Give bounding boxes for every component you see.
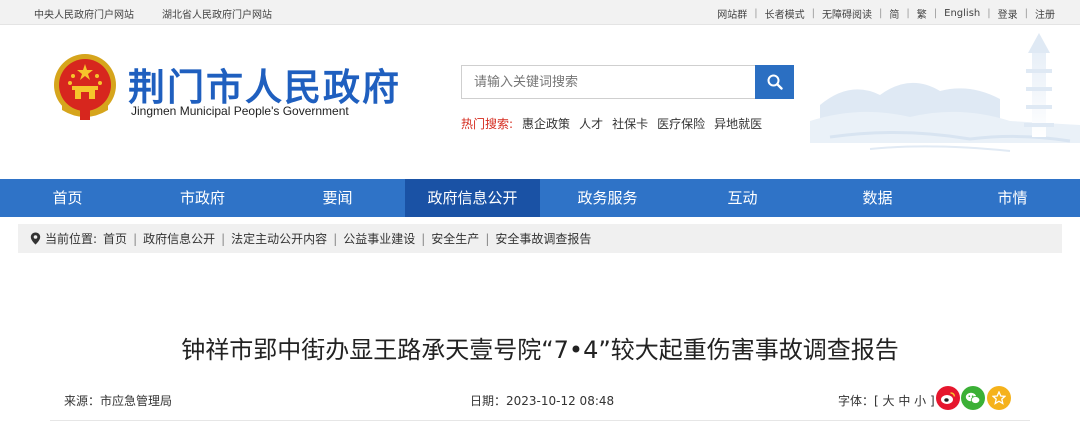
weibo-icon <box>941 392 956 404</box>
breadcrumb-separator: | <box>221 231 226 246</box>
breadcrumb-separator: | <box>133 231 138 246</box>
hot-searches: 热门搜索: 惠企政策 人才 社保卡 医疗保险 异地就医 <box>461 115 762 132</box>
breadcrumb-separator: | <box>333 231 338 246</box>
national-emblem-logo[interactable] <box>52 52 118 124</box>
link-login[interactable]: 登录 <box>991 6 1025 21</box>
search-button[interactable] <box>755 65 794 99</box>
search-icon <box>767 74 783 90</box>
top-left-links: 中央人民政府门户网站 湖北省人民政府门户网站 <box>34 6 272 21</box>
link-traditional[interactable]: 繁 <box>910 6 934 21</box>
hot-search-item[interactable]: 人才 <box>579 115 603 132</box>
link-elder-mode[interactable]: 长者模式 <box>758 6 812 21</box>
content-divider <box>50 420 1030 421</box>
link-hubei-government[interactable]: 湖北省人民政府门户网站 <box>162 6 272 21</box>
nav-city-government[interactable]: 市政府 <box>135 179 270 217</box>
nav-interaction[interactable]: 互动 <box>675 179 810 217</box>
hot-search-item[interactable]: 惠企政策 <box>522 115 570 132</box>
site-title[interactable]: 荆门市人民政府 <box>128 57 401 111</box>
nav-data[interactable]: 数据 <box>810 179 945 217</box>
nav-info-disclosure[interactable]: 政府信息公开 <box>405 179 540 217</box>
share-wechat-button[interactable] <box>961 386 985 410</box>
top-utility-bar: 中央人民政府门户网站 湖北省人民政府门户网站 网站群 | 长者模式 | 无障碍阅读 |… <box>0 0 1080 25</box>
link-accessibility[interactable]: 无障碍阅读 <box>815 6 879 21</box>
article-date: 日期：2023-10-12 08:48 <box>470 394 615 408</box>
link-simplified[interactable]: 简 <box>882 6 906 21</box>
search-input[interactable] <box>461 65 755 99</box>
site-header: 荆门市人民政府 Jingmen Municipal People's Gover… <box>0 25 1080 179</box>
font-size-control: 字体：[ 大 中 小 ] <box>838 392 935 409</box>
top-right-links: 网站群 | 长者模式 | 无障碍阅读 | 简 | 繁 | English | 登录 | 注册 <box>710 6 1062 21</box>
location-pin-icon <box>30 232 41 245</box>
font-size-options[interactable]: [ 大 中 小 ] <box>874 394 935 408</box>
breadcrumb-item[interactable]: 安全事故调查报告 <box>495 230 591 247</box>
main-navigation: 首页 市政府 要闻 政府信息公开 政务服务 互动 数据 市情 <box>0 179 1080 217</box>
wechat-icon <box>965 392 981 404</box>
hot-search-item[interactable]: 社保卡 <box>612 115 648 132</box>
hot-search-label: 热门搜索: <box>461 117 514 131</box>
link-central-government[interactable]: 中央人民政府门户网站 <box>34 6 134 21</box>
breadcrumb-separator: | <box>421 231 426 246</box>
breadcrumb-item[interactable]: 政府信息公开 <box>143 230 215 247</box>
favorite-button[interactable] <box>987 386 1011 410</box>
share-weibo-button[interactable] <box>936 386 960 410</box>
link-register[interactable]: 注册 <box>1028 6 1062 21</box>
star-icon <box>992 391 1006 405</box>
breadcrumb-label: 当前位置: <box>45 232 98 246</box>
landscape-decoration <box>810 33 1080 152</box>
breadcrumb-item[interactable]: 公益事业建设 <box>343 230 415 247</box>
breadcrumb-item[interactable]: 法定主动公开内容 <box>231 230 327 247</box>
article-source: 来源：市应急管理局 <box>64 394 173 408</box>
nav-government-services[interactable]: 政务服务 <box>540 179 675 217</box>
link-site-group[interactable]: 网站群 <box>710 6 754 21</box>
breadcrumb-item[interactable]: 安全生产 <box>431 230 479 247</box>
article-title: 钟祥市郢中街办显王路承天壹号院“7•4”较大起重伤害事故调查报告 <box>181 336 899 364</box>
nav-home[interactable]: 首页 <box>0 179 135 217</box>
nav-city-info[interactable]: 市情 <box>945 179 1080 217</box>
hot-search-item[interactable]: 异地就医 <box>714 115 762 132</box>
font-size-label: 字体： <box>838 394 875 408</box>
link-english[interactable]: English <box>937 8 987 19</box>
breadcrumb-item[interactable]: 首页 <box>103 230 127 247</box>
breadcrumb-separator: | <box>485 231 490 246</box>
site-subtitle: Jingmen Municipal People's Government <box>131 104 349 118</box>
nav-news[interactable]: 要闻 <box>270 179 405 217</box>
breadcrumb: 当前位置: 首页 | 政府信息公开 | 法定主动公开内容 | 公益事业建设 | … <box>18 224 1062 253</box>
hot-search-item[interactable]: 医疗保险 <box>657 115 705 132</box>
